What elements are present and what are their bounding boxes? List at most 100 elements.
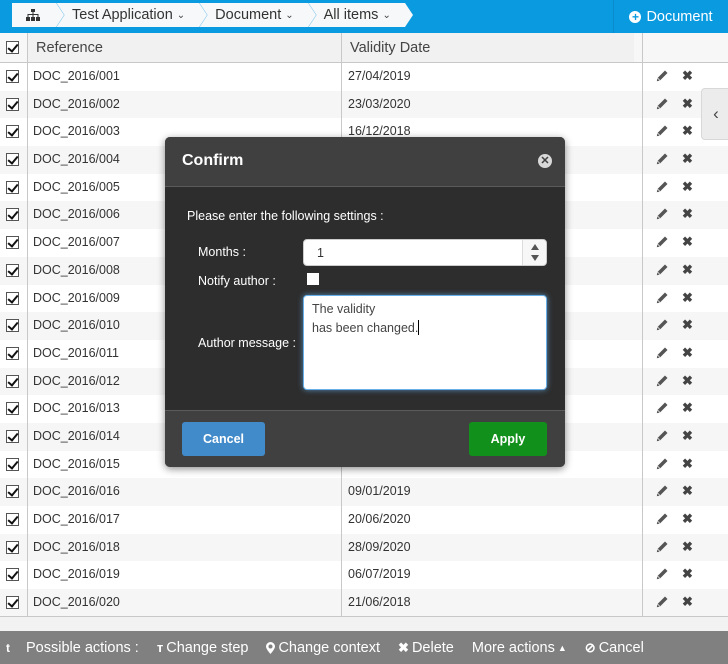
- x-icon[interactable]: ✖: [682, 512, 693, 526]
- row-checkbox[interactable]: [6, 374, 19, 388]
- toggle-bar-icon[interactable]: t: [6, 641, 10, 655]
- more-actions-button[interactable]: More actions ▲: [472, 640, 567, 656]
- row-checkbox[interactable]: [6, 513, 19, 526]
- column-header-reference[interactable]: Reference: [27, 33, 341, 62]
- pencil-icon[interactable]: [656, 375, 668, 387]
- row-checkbox[interactable]: [6, 485, 19, 499]
- pencil-icon[interactable]: [656, 319, 668, 331]
- delete-button[interactable]: ✖ Delete: [398, 640, 454, 656]
- breadcrumb-document[interactable]: Document ⌄: [199, 3, 317, 27]
- row-checkbox[interactable]: [6, 429, 19, 443]
- author-message-value: The validity has been changed.: [312, 302, 419, 335]
- x-icon[interactable]: ✖: [682, 179, 693, 194]
- pencil-icon[interactable]: [656, 236, 668, 248]
- row-checkbox[interactable]: [6, 568, 19, 582]
- pencil-icon[interactable]: [656, 181, 668, 193]
- x-icon[interactable]: ✖: [682, 290, 693, 305]
- x-icon[interactable]: ✖: [682, 401, 693, 415]
- row-checkbox[interactable]: [6, 457, 19, 471]
- caret-up-icon[interactable]: [531, 244, 539, 250]
- dialog-intro: Please enter the following settings :: [187, 209, 384, 223]
- row-checkbox[interactable]: [6, 153, 19, 167]
- x-icon[interactable]: ✖: [682, 595, 693, 609]
- x-icon[interactable]: ✖: [682, 345, 693, 360]
- row-checkbox[interactable]: [6, 236, 19, 250]
- pencil-icon[interactable]: [656, 347, 668, 359]
- pencil-icon[interactable]: [656, 208, 668, 220]
- pencil-icon[interactable]: [656, 513, 668, 525]
- pencil-icon[interactable]: [656, 596, 668, 608]
- column-header-validity-date[interactable]: Validity Date: [341, 33, 634, 62]
- pencil-icon[interactable]: [656, 402, 668, 414]
- x-icon[interactable]: ✖: [682, 456, 693, 471]
- cancel-button[interactable]: Cancel: [182, 422, 265, 456]
- row-checkbox[interactable]: [6, 208, 19, 222]
- row-checkbox[interactable]: [6, 402, 19, 416]
- table-row[interactable]: DOC_2016/017 20/06/2020 ✖: [0, 506, 728, 534]
- row-checkbox[interactable]: [6, 263, 19, 277]
- table-row[interactable]: DOC_2016/018 28/09/2020 ✖: [0, 533, 728, 562]
- row-checkbox[interactable]: [6, 97, 19, 111]
- branch-icon: ᴛ: [156, 640, 164, 655]
- breadcrumb-application[interactable]: Test Application ⌄: [56, 3, 208, 27]
- breadcrumb-home[interactable]: [12, 3, 64, 27]
- side-panel-toggle[interactable]: ‹: [701, 88, 728, 140]
- x-icon[interactable]: ✖: [682, 152, 693, 166]
- pencil-icon[interactable]: [656, 430, 668, 442]
- months-stepper[interactable]: [522, 240, 546, 265]
- row-checkbox[interactable]: [6, 291, 19, 305]
- x-icon[interactable]: ✖: [682, 69, 693, 83]
- table-row[interactable]: DOC_2016/020 21/06/2018 ✖: [0, 589, 728, 617]
- x-icon[interactable]: ✖: [682, 567, 693, 581]
- row-checkbox[interactable]: [6, 596, 19, 610]
- pencil-icon[interactable]: [656, 70, 668, 82]
- table-row[interactable]: DOC_2016/016 09/01/2019 ✖: [0, 478, 728, 506]
- x-icon[interactable]: ✖: [682, 207, 693, 221]
- x-icon[interactable]: ✖: [682, 484, 693, 498]
- change-step-button[interactable]: ᴛ Change step: [157, 640, 249, 656]
- months-input[interactable]: 1: [303, 239, 547, 266]
- row-checkbox[interactable]: [6, 125, 19, 139]
- pencil-icon[interactable]: [656, 485, 668, 497]
- row-checkbox[interactable]: [6, 346, 19, 360]
- row-checkbox[interactable]: [6, 540, 19, 554]
- x-icon[interactable]: ✖: [682, 373, 693, 388]
- pencil-icon[interactable]: [656, 292, 668, 304]
- pencil-icon[interactable]: [656, 458, 668, 470]
- x-icon[interactable]: ✖: [682, 262, 693, 277]
- row-checkbox[interactable]: [6, 180, 19, 194]
- pencil-icon[interactable]: [656, 568, 668, 580]
- pencil-icon[interactable]: [656, 153, 668, 165]
- x-icon[interactable]: ✖: [682, 235, 693, 249]
- change-context-button[interactable]: Change context: [266, 640, 380, 656]
- x-icon[interactable]: ✖: [682, 539, 693, 554]
- author-message-textarea[interactable]: The validity has been changed.: [303, 295, 547, 390]
- new-document-button[interactable]: + Document: [613, 0, 728, 33]
- table-row[interactable]: DOC_2016/001 27/04/2019 ✖: [0, 63, 728, 91]
- caret-down-icon[interactable]: [531, 255, 539, 261]
- x-icon[interactable]: ✖: [682, 428, 693, 443]
- row-checkbox[interactable]: [6, 70, 19, 83]
- reference-cell: DOC_2016/016: [27, 478, 341, 506]
- pencil-icon[interactable]: [656, 264, 668, 276]
- pencil-icon[interactable]: [656, 125, 668, 137]
- pencil-icon[interactable]: [656, 98, 668, 110]
- cancel-action-button[interactable]: ⊘ Cancel: [585, 640, 644, 656]
- select-all-checkbox[interactable]: [6, 41, 19, 54]
- grid-header: Reference Validity Date: [0, 33, 728, 63]
- x-icon[interactable]: ✖: [682, 96, 693, 111]
- breadcrumb-all-items[interactable]: All items ⌄: [307, 3, 414, 27]
- x-icon[interactable]: ✖: [682, 318, 693, 332]
- apply-button[interactable]: Apply: [469, 422, 547, 456]
- x-icon[interactable]: ✖: [682, 124, 693, 138]
- close-icon[interactable]: ✕: [538, 154, 552, 168]
- table-row[interactable]: DOC_2016/019 06/07/2019 ✖: [0, 561, 728, 590]
- plus-circle-icon: +: [629, 10, 642, 23]
- possible-actions-label: Possible actions :: [26, 639, 139, 656]
- pencil-icon[interactable]: [656, 541, 668, 553]
- row-checkbox[interactable]: [6, 319, 19, 333]
- row-actions: ✖: [642, 284, 728, 313]
- notify-author-checkbox[interactable]: [307, 273, 319, 285]
- table-row[interactable]: DOC_2016/002 23/03/2020 ✖: [0, 90, 728, 119]
- x-icon: ✖: [398, 639, 409, 655]
